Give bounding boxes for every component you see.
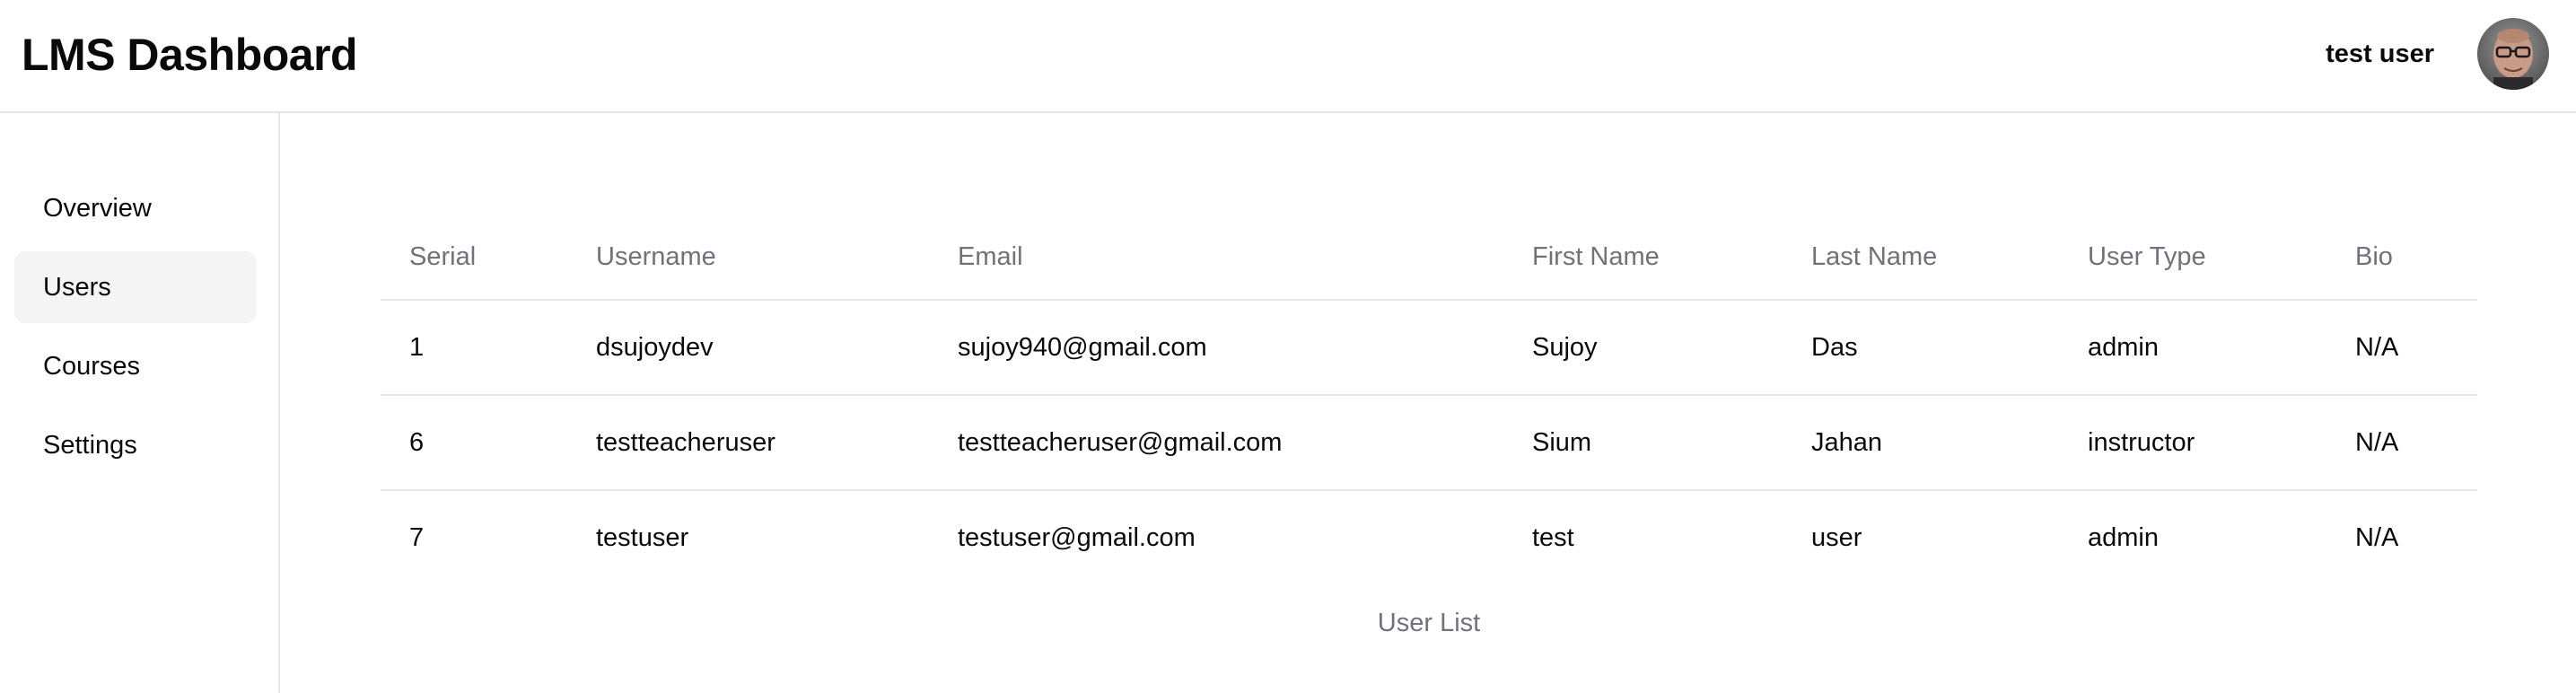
user-avatar-icon — [2477, 18, 2549, 90]
column-header-serial: Serial — [381, 215, 567, 301]
cell-first-name: test — [1503, 489, 1783, 585]
cell-username: testteacheruser — [567, 394, 929, 490]
user-name: test user — [2326, 39, 2434, 68]
users-table-container: Serial Username Email First Name Last Na… — [381, 215, 2477, 585]
sidebar-item-label: Overview — [43, 194, 152, 223]
cell-email: testuser@gmail.com — [929, 489, 1503, 585]
table-row[interactable]: 6 testteacheruser testteacheruser@gmail.… — [381, 394, 2477, 490]
cell-last-name: user — [1783, 489, 2059, 585]
sidebar-item-courses[interactable]: Courses — [14, 330, 257, 402]
cell-bio: N/A — [2326, 394, 2477, 490]
cell-email: sujoy940@gmail.com — [958, 332, 1207, 362]
avatar[interactable] — [2477, 18, 2549, 90]
cell-serial: 1 — [409, 332, 425, 362]
sidebar-item-label: Courses — [43, 352, 140, 381]
sidebar-item-settings[interactable]: Settings — [14, 409, 257, 481]
column-header-first-name: First Name — [1503, 215, 1783, 301]
app-title: LMS Dashboard — [22, 30, 358, 80]
sidebar-item-users[interactable]: Users — [14, 251, 257, 323]
sidebar: Overview Users Courses Settings — [0, 113, 280, 693]
sidebar-item-overview[interactable]: Overview — [14, 172, 257, 244]
cell-user-type: admin — [2059, 489, 2326, 585]
cell-bio: N/A — [2326, 489, 2477, 585]
cell-first-name: Sujoy — [1532, 332, 1598, 362]
table-row[interactable]: 1 dsujoydev sujoy940@gmail.com Sujoy Das… — [381, 300, 2477, 395]
cell-username: testuser — [567, 489, 929, 585]
table-caption: User List — [1377, 609, 1481, 637]
table-row[interactable]: 7 testuser testuser@gmail.com test user … — [381, 489, 2477, 585]
sidebar-item-label: Settings — [43, 431, 137, 460]
cell-last-name: Jahan — [1783, 394, 2059, 490]
top-header: LMS Dashboard test user — [0, 0, 2576, 113]
cell-bio: N/A — [2355, 332, 2399, 362]
cell-username: dsujoydev — [596, 332, 714, 362]
cell-serial: 7 — [381, 489, 567, 585]
cell-serial: 6 — [381, 394, 567, 490]
cell-last-name: Das — [1811, 332, 1858, 362]
column-header-email: Email — [929, 215, 1503, 301]
column-header-username: Username — [567, 215, 929, 301]
cell-user-type: admin — [2088, 332, 2159, 362]
cell-first-name: Sium — [1503, 394, 1783, 490]
column-header-user-type: User Type — [2059, 215, 2326, 301]
cell-user-type: instructor — [2059, 394, 2326, 490]
users-table: Serial Username Email First Name Last Na… — [381, 215, 2477, 585]
column-header-last-name: Last Name — [1783, 215, 2059, 301]
table-header-row: Serial Username Email First Name Last Na… — [381, 215, 2477, 301]
cell-email: testteacheruser@gmail.com — [929, 394, 1503, 490]
sidebar-item-label: Users — [43, 273, 111, 302]
main-content: Serial Username Email First Name Last Na… — [280, 113, 2576, 693]
column-header-bio: Bio — [2326, 215, 2477, 301]
